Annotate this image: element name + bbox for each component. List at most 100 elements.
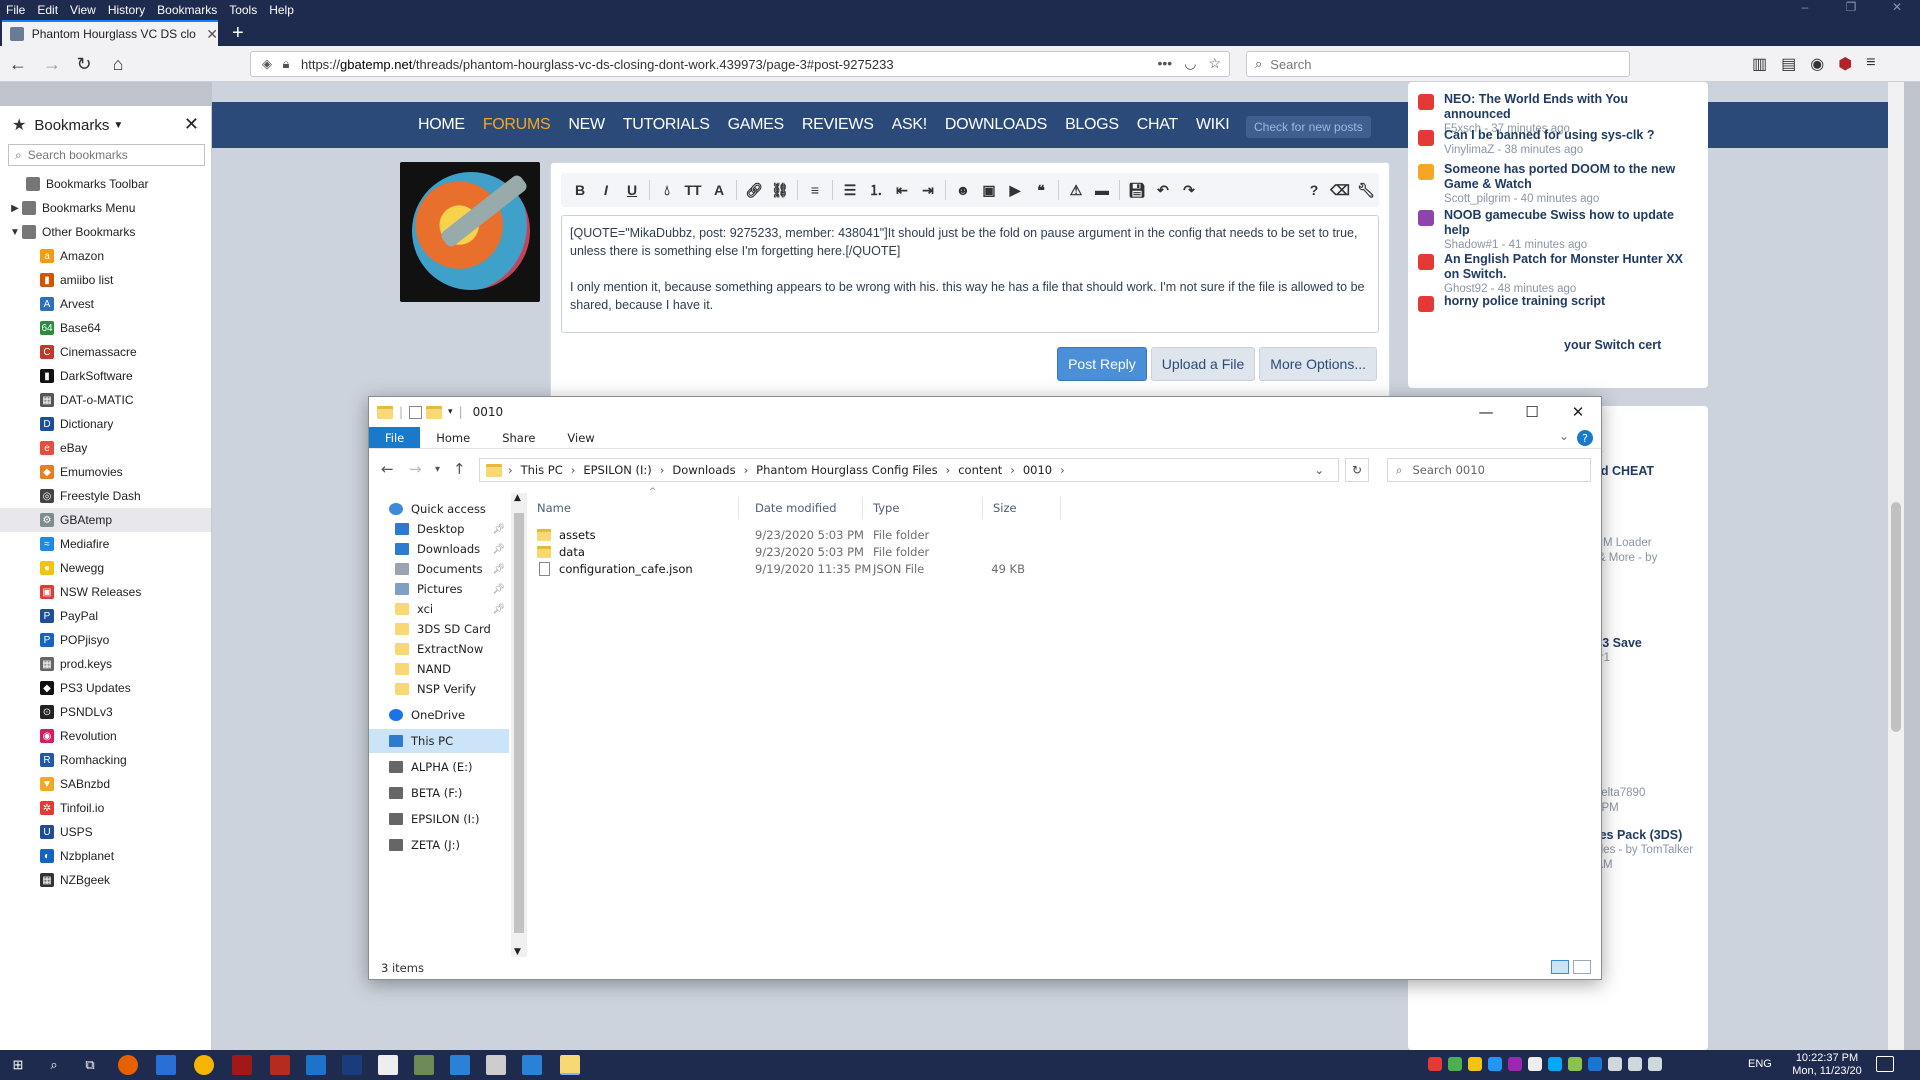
sidebar-toggle-icon[interactable]: ▤ bbox=[1781, 54, 1796, 74]
bookmark-item[interactable]: R Romhacking bbox=[0, 748, 211, 772]
chevron-down-icon[interactable]: ▼ bbox=[113, 120, 123, 131]
address-dropdown-icon[interactable]: ⌄ bbox=[1314, 463, 1324, 477]
font-size-icon[interactable]: TT bbox=[680, 182, 706, 198]
breadcrumb-item[interactable]: Phantom Hourglass Config Files bbox=[756, 463, 937, 477]
indent-icon[interactable]: ⇥ bbox=[915, 182, 941, 199]
thread-item[interactable]: Someone has ported DOOM to the new Game … bbox=[1418, 162, 1698, 207]
app-icon[interactable] bbox=[522, 1055, 542, 1075]
properties-icon[interactable] bbox=[409, 405, 423, 419]
task-view-icon[interactable]: ⧉ bbox=[80, 1055, 100, 1075]
media-icon[interactable]: ▶ bbox=[1002, 182, 1028, 199]
word-icon[interactable] bbox=[1588, 1057, 1602, 1071]
site-nav-item[interactable]: REVIEWS bbox=[802, 116, 874, 134]
pocket-icon[interactable]: ◡ bbox=[1184, 55, 1196, 72]
ribbon-tab-file[interactable]: File bbox=[369, 427, 421, 448]
breadcrumb-chevron-icon[interactable]: › bbox=[571, 463, 576, 477]
bookmark-star-icon[interactable]: ☆ bbox=[1208, 55, 1221, 72]
thread-item[interactable]: Can I be banned for using sys-clk ? Vinyl… bbox=[1418, 128, 1698, 158]
bookmark-item[interactable]: ▼ SABnzbd bbox=[0, 772, 211, 796]
clock[interactable]: 10:22:37 PM Mon, 11/23/20 bbox=[1788, 1052, 1866, 1078]
bookmark-item[interactable]: U USPS bbox=[0, 820, 211, 844]
bookmarks-folder-toolbar[interactable]: Bookmarks Toolbar bbox=[0, 172, 211, 196]
breadcrumb-item[interactable]: content bbox=[958, 463, 1002, 477]
thread-item[interactable]: horny police training script bbox=[1418, 294, 1698, 312]
bookmark-item[interactable]: ✲ Tinfoil.io bbox=[0, 796, 211, 820]
post-reply-button[interactable]: Post Reply bbox=[1057, 347, 1147, 381]
site-nav-item[interactable]: NEW bbox=[568, 116, 605, 134]
scroll-up-icon[interactable]: ▲ bbox=[514, 493, 521, 503]
breadcrumb-item[interactable]: EPSILON (I:) bbox=[583, 463, 651, 477]
page-scrollbar[interactable] bbox=[1888, 82, 1904, 1050]
chrome-icon[interactable] bbox=[194, 1055, 214, 1075]
up-icon[interactable]: ↑ bbox=[453, 460, 466, 478]
new-folder-icon[interactable] bbox=[426, 405, 443, 419]
link-icon[interactable]: 🔗︎ bbox=[741, 182, 767, 199]
sidebar-close-icon[interactable]: ✕ bbox=[184, 114, 199, 135]
quote-icon[interactable]: ❝ bbox=[1028, 182, 1054, 199]
back-icon[interactable]: ← bbox=[6, 52, 30, 76]
nav-item[interactable]: BETA (F:) bbox=[369, 781, 509, 805]
save-draft-icon[interactable]: 💾︎ bbox=[1124, 182, 1150, 199]
eraser-icon[interactable]: ⌫ bbox=[1327, 182, 1353, 199]
menu-file[interactable]: File bbox=[6, 3, 25, 17]
app-icon[interactable] bbox=[450, 1055, 470, 1075]
filezilla-icon[interactable] bbox=[270, 1055, 290, 1075]
site-nav-item[interactable]: CHAT bbox=[1137, 116, 1178, 134]
menu-history[interactable]: History bbox=[108, 3, 145, 17]
forward-icon[interactable]: → bbox=[409, 460, 422, 478]
bookmark-item[interactable]: ▣ NSW Releases bbox=[0, 580, 211, 604]
bookmark-item[interactable]: ▦ prod.keys bbox=[0, 652, 211, 676]
bookmark-item[interactable]: ◐ Nzbplanet bbox=[0, 844, 211, 868]
close-icon[interactable]: ✕ bbox=[1555, 397, 1601, 427]
thread-title[interactable]: NEO: The World Ends with You announced bbox=[1444, 92, 1698, 122]
restore-icon[interactable]: ❐ bbox=[1828, 0, 1874, 14]
breadcrumb-chevron-icon[interactable]: › bbox=[744, 463, 749, 477]
color-icon[interactable]: 💧︎ bbox=[654, 182, 680, 199]
tray-icon[interactable] bbox=[1448, 1057, 1462, 1071]
volume-icon[interactable] bbox=[1648, 1057, 1662, 1071]
spoiler-icon[interactable]: ⚠ bbox=[1063, 182, 1089, 199]
more-options-button[interactable]: More Options... bbox=[1259, 347, 1377, 381]
bookmarks-folder-menu[interactable]: ▶ Bookmarks Menu bbox=[0, 196, 211, 220]
breadcrumb-chevron-icon[interactable]: › bbox=[1060, 463, 1065, 477]
thread-item[interactable]: NOOB gamecube Swiss how to update help Sh… bbox=[1418, 208, 1698, 253]
file-explorer-icon[interactable] bbox=[560, 1055, 580, 1075]
menu-bookmarks[interactable]: Bookmarks bbox=[157, 3, 217, 17]
browser-tab[interactable]: Phantom Hourglass VC DS clo ✕ bbox=[2, 20, 218, 46]
hamburger-menu-icon[interactable]: ≡ bbox=[1866, 54, 1875, 74]
ribbon-tab-view[interactable]: View bbox=[551, 427, 610, 448]
menu-edit[interactable]: Edit bbox=[37, 3, 58, 17]
tracking-shield-icon[interactable]: ◈ bbox=[257, 56, 277, 72]
site-nav-item[interactable]: ASK! bbox=[892, 116, 928, 134]
breadcrumb-chevron-icon[interactable]: › bbox=[946, 463, 951, 477]
menu-help[interactable]: Help bbox=[269, 3, 294, 17]
help-icon[interactable]: ? bbox=[1577, 430, 1593, 446]
reply-textarea[interactable]: [QUOTE="MikaDubbz, post: 9275233, member… bbox=[561, 215, 1379, 333]
bookmark-item[interactable]: ▮ amiibo list bbox=[0, 268, 211, 292]
windows-start-icon[interactable]: ⊞ bbox=[8, 1055, 28, 1075]
unlink-icon[interactable]: ⛓ bbox=[767, 182, 793, 199]
thread-item[interactable]: An English Patch for Monster Hunter XX o… bbox=[1418, 252, 1698, 297]
chevron-down-icon[interactable]: ▼ bbox=[8, 227, 22, 238]
align-icon[interactable]: ≡ bbox=[802, 182, 828, 198]
thread-title[interactable]: An English Patch for Monster Hunter XX o… bbox=[1444, 252, 1698, 282]
ublock-icon[interactable]: ⬢ bbox=[1838, 54, 1852, 74]
ribbon-tab-home[interactable]: Home bbox=[420, 427, 486, 448]
thread-title[interactable]: Can I be banned for using sys-clk ? bbox=[1444, 128, 1698, 143]
undo-icon[interactable]: ↶ bbox=[1150, 182, 1176, 199]
tray-icon[interactable] bbox=[1468, 1057, 1482, 1071]
outdent-icon[interactable]: ⇤ bbox=[889, 182, 915, 199]
address-bar[interactable]: › This PC › EPSILON (I:) › Downloads › Phantom… bbox=[479, 458, 1339, 482]
smilie-icon[interactable]: ☻ bbox=[950, 182, 976, 198]
app-icon[interactable] bbox=[156, 1055, 176, 1075]
thread-title[interactable]: NOOB gamecube Swiss how to update help bbox=[1444, 208, 1698, 238]
nav-item[interactable]: This PC bbox=[369, 729, 509, 753]
bookmark-item[interactable]: ◉ Revolution bbox=[0, 724, 211, 748]
bookmark-item[interactable]: ▦ DAT-o-MATIC bbox=[0, 388, 211, 412]
breadcrumb-item[interactable]: 0010 bbox=[1023, 463, 1052, 477]
bookmark-item[interactable]: A Arvest bbox=[0, 292, 211, 316]
column-size[interactable]: Size bbox=[985, 497, 1061, 519]
maximize-icon[interactable]: ☐ bbox=[1509, 397, 1555, 427]
sidebar-title[interactable]: Bookmarks bbox=[34, 117, 109, 134]
underline-icon[interactable]: U bbox=[619, 182, 645, 198]
